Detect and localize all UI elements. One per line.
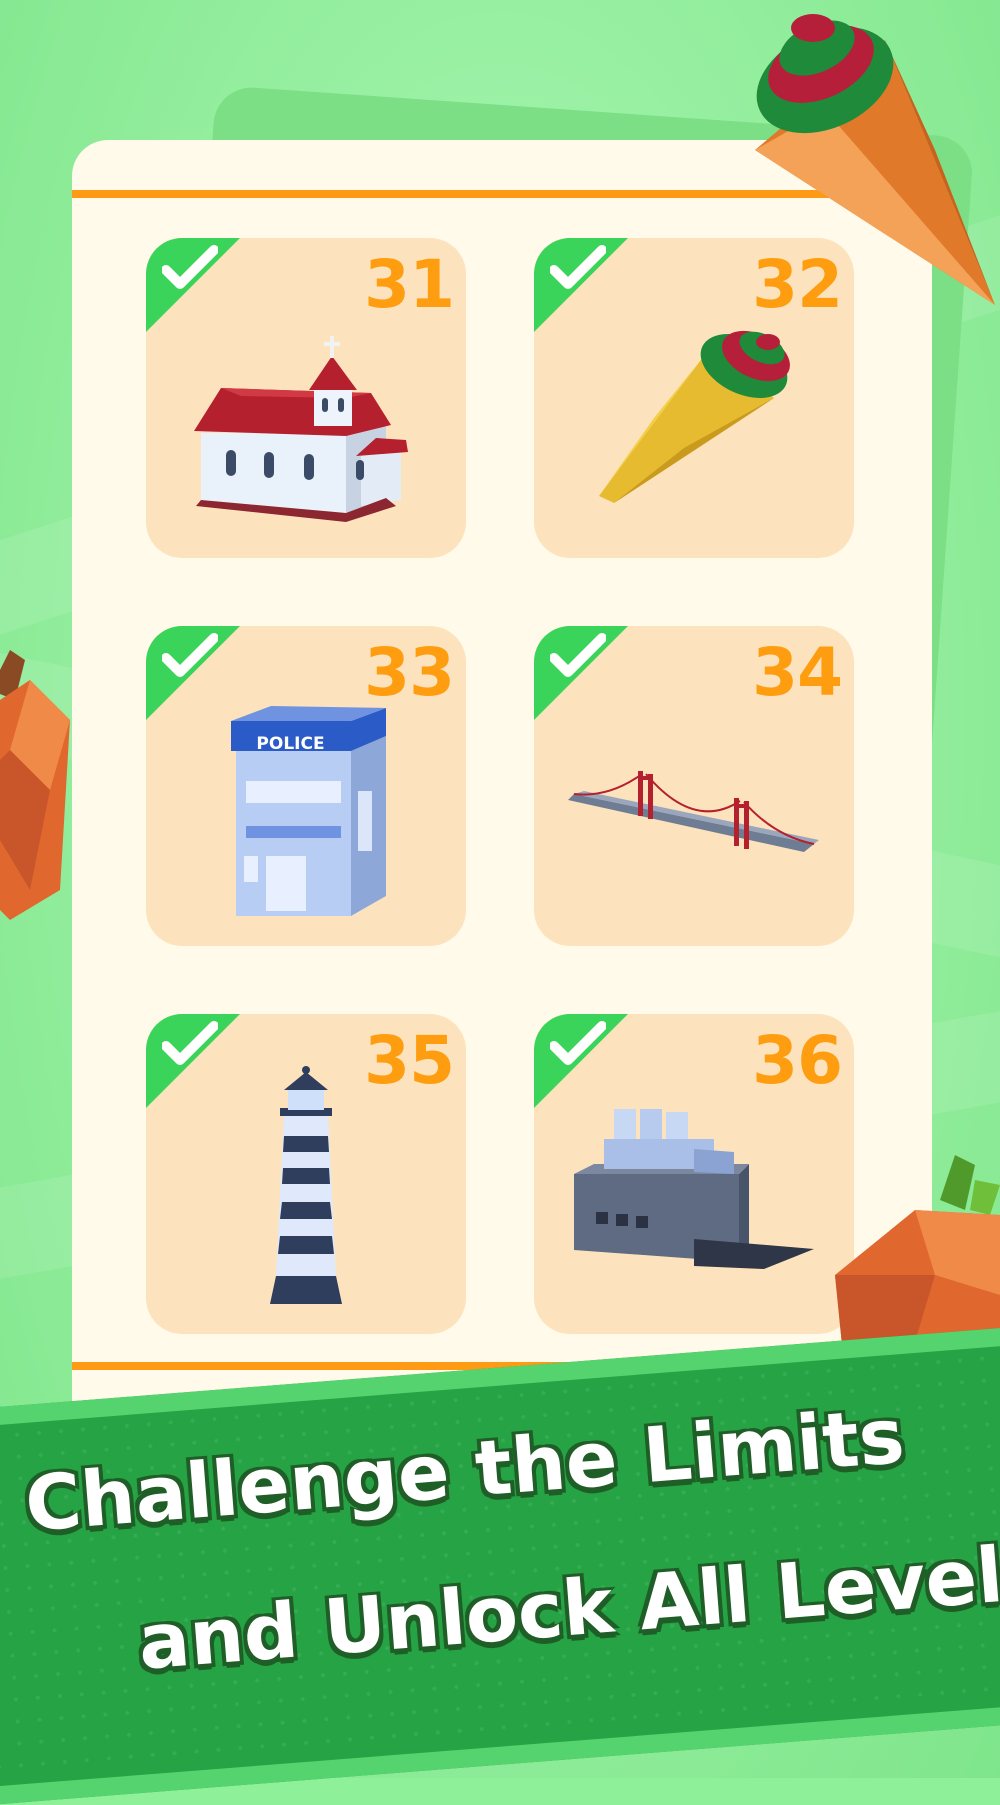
level-card-33[interactable]: POLICE 33 — [146, 626, 466, 946]
checkmark-icon — [550, 633, 606, 677]
checkmark-icon — [162, 633, 218, 677]
level-number: 31 — [364, 246, 455, 323]
level-panel: 31 32 POLICE 33 34 35 36 — [72, 140, 932, 1440]
checkmark-icon — [162, 245, 218, 289]
level-number: 36 — [752, 1022, 843, 1099]
checkmark-icon — [162, 1021, 218, 1065]
level-card-35[interactable]: 35 — [146, 1014, 466, 1334]
level-number: 33 — [364, 634, 455, 711]
level-number: 35 — [364, 1022, 455, 1099]
level-card-31[interactable]: 31 — [146, 238, 466, 558]
carrot-left-icon — [0, 650, 70, 920]
level-number: 34 — [752, 634, 843, 711]
level-card-36[interactable]: 36 — [534, 1014, 854, 1334]
level-card-34[interactable]: 34 — [534, 626, 854, 946]
ice-cream-decoration-icon — [755, 14, 995, 305]
checkmark-icon — [550, 1021, 606, 1065]
checkmark-icon — [550, 245, 606, 289]
police-sign: POLICE — [256, 734, 325, 754]
